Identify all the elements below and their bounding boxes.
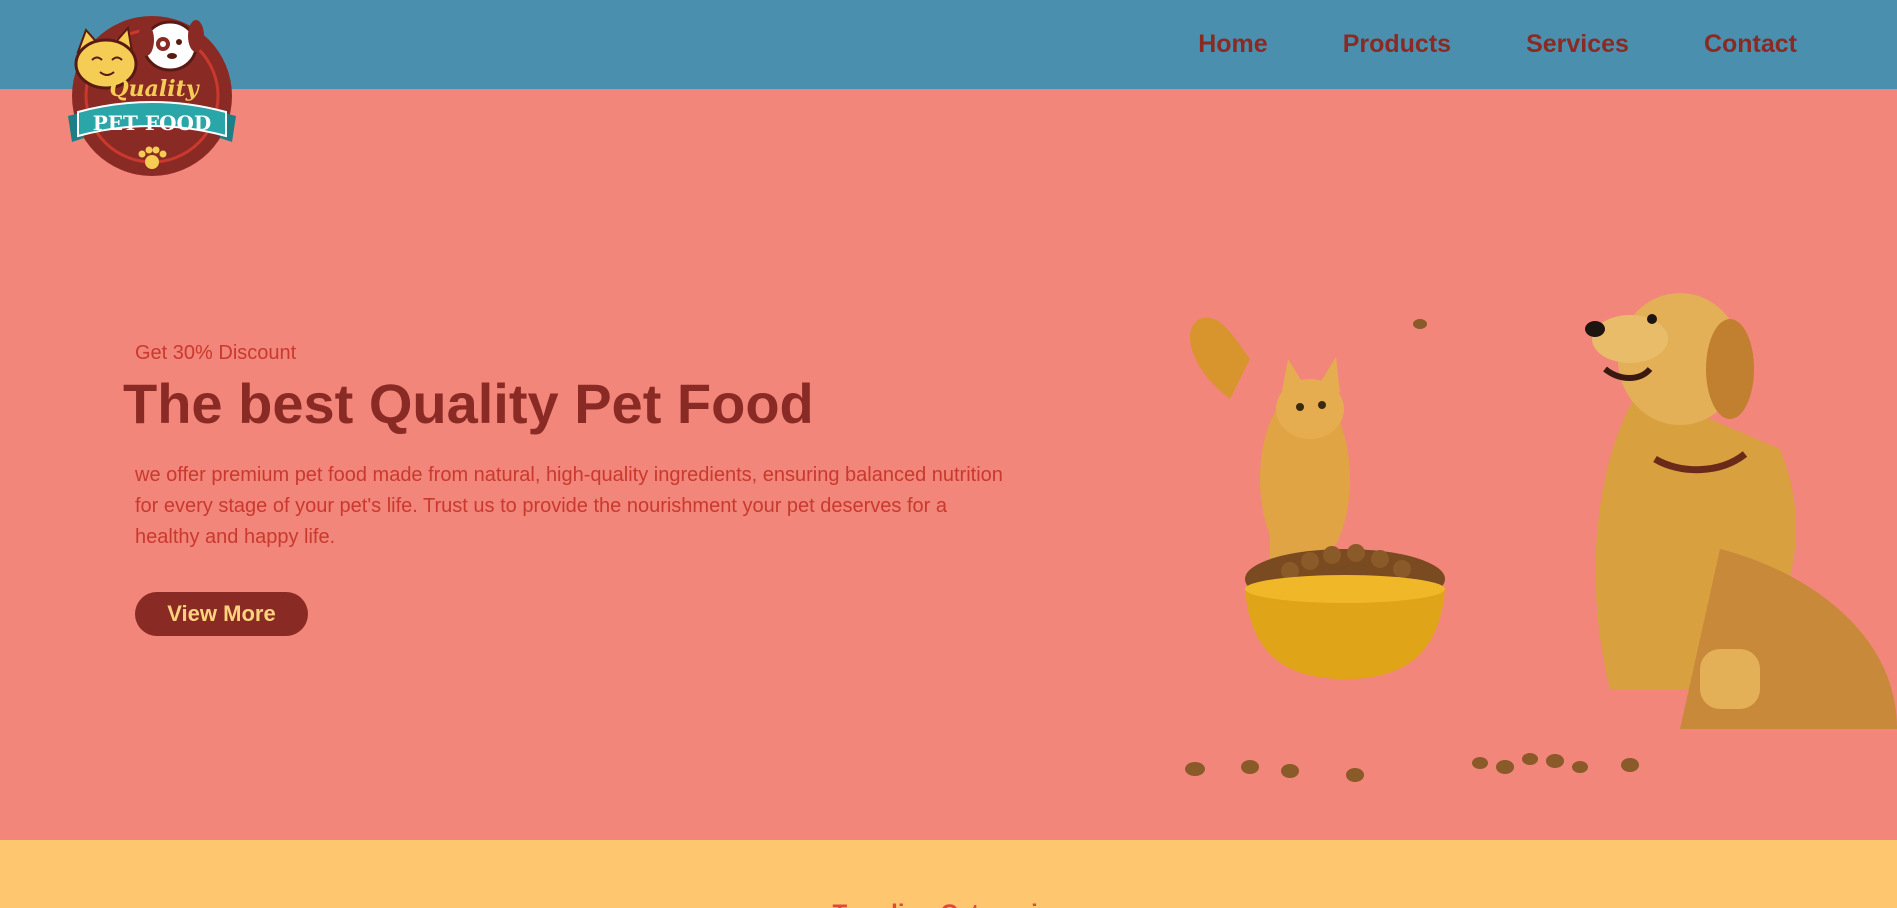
dog-illustration	[1585, 293, 1897, 729]
discount-label: Get 30% Discount	[135, 342, 297, 364]
food-bowl-illustration	[1245, 544, 1445, 679]
nav-link-services[interactable]: Services	[1526, 30, 1629, 59]
hero-section: Get 30% Discount The best Quality Pet Fo…	[0, 89, 1897, 840]
nav-link-products[interactable]: Products	[1343, 30, 1451, 59]
kibble-scatter	[1185, 319, 1639, 782]
trending-section: Trending Categories	[0, 840, 1897, 908]
logo[interactable]: Quality PET FOOD	[62, 4, 242, 184]
cat-illustration	[1190, 317, 1350, 589]
logo-badge-icon: Quality PET FOOD	[68, 16, 236, 176]
nav-link-home[interactable]: Home	[1198, 30, 1267, 59]
logo-quality-text: Quality	[109, 76, 200, 102]
nav-link-contact[interactable]: Contact	[1704, 30, 1797, 59]
view-more-button[interactable]: View More	[135, 592, 308, 636]
hero-description: we offer premium pet food made from natu…	[135, 464, 1003, 548]
hero-headline: The best Quality Pet Food	[123, 372, 814, 435]
pets-illustration	[1185, 293, 1897, 782]
navbar: Home Products Services Contact	[0, 0, 1897, 89]
logo-banner-text: PET FOOD	[93, 111, 212, 135]
nav-links: Home Products Services Contact	[1198, 0, 1797, 89]
trending-title: Trending Categories	[0, 900, 1897, 908]
